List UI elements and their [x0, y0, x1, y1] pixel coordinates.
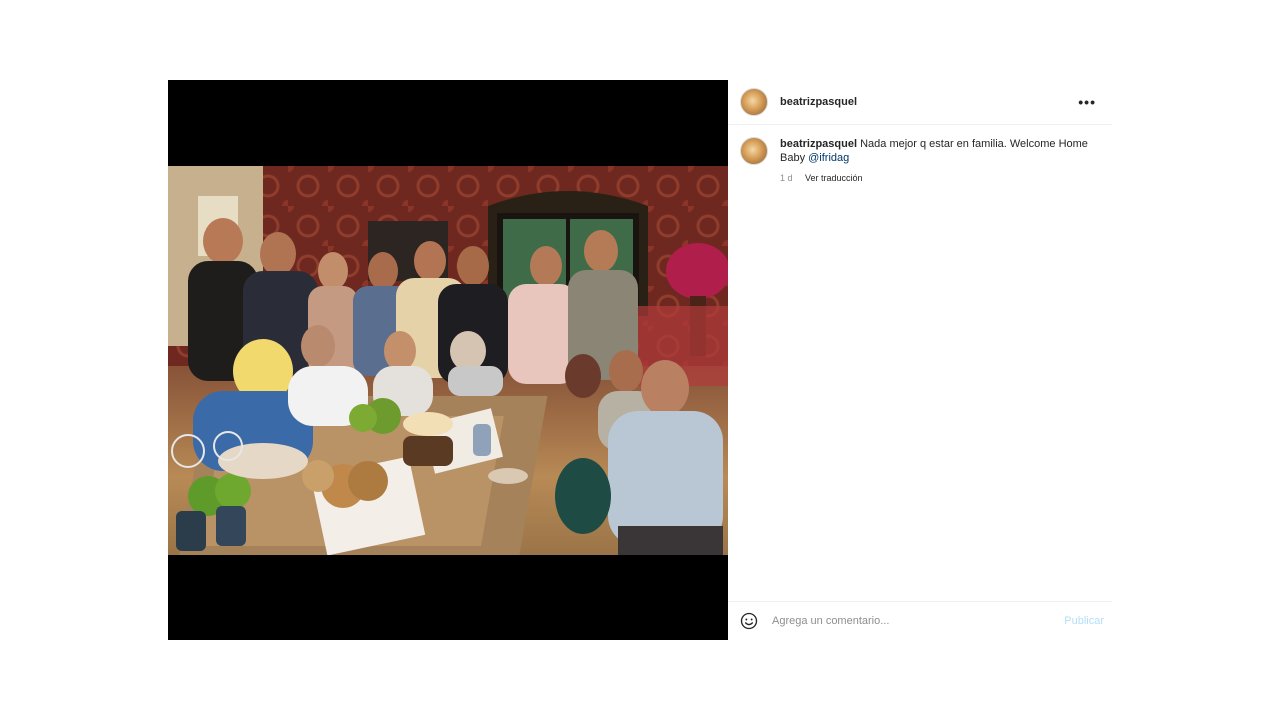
author-avatar[interactable] — [740, 88, 768, 116]
publish-button[interactable]: Publicar — [1064, 615, 1104, 627]
caption-body: beatrizpasquel Nada mejor q estar en fam… — [780, 137, 1090, 185]
see-translation-button[interactable]: Ver traducción — [805, 173, 863, 183]
author-username[interactable]: beatrizpasquel — [780, 96, 857, 108]
emoji-icon[interactable] — [740, 612, 758, 630]
more-options-icon[interactable]: ••• — [1078, 94, 1096, 110]
caption-username[interactable]: beatrizpasquel — [780, 138, 857, 150]
caption-row: beatrizpasquel Nada mejor q estar en fam… — [740, 137, 1100, 185]
add-comment-bar: Publicar — [728, 601, 1112, 640]
caption-mention[interactable]: @ifridag — [808, 152, 849, 164]
post-photo[interactable] — [168, 166, 728, 555]
comment-input[interactable] — [770, 614, 1065, 628]
caption-meta: 1 d Ver traducción — [780, 171, 1090, 185]
caption-avatar[interactable] — [740, 137, 768, 165]
comments-section: beatrizpasquel Nada mejor q estar en fam… — [728, 125, 1112, 640]
post-timestamp[interactable]: 1 d — [780, 173, 793, 183]
family-dinner-photo — [168, 166, 728, 555]
post-sidebar: beatrizpasquel ••• beatrizpasquel Nada m… — [728, 80, 1112, 640]
post-media — [168, 80, 728, 640]
post-header: beatrizpasquel ••• — [728, 80, 1112, 125]
instagram-post: beatrizpasquel ••• beatrizpasquel Nada m… — [168, 80, 1112, 640]
